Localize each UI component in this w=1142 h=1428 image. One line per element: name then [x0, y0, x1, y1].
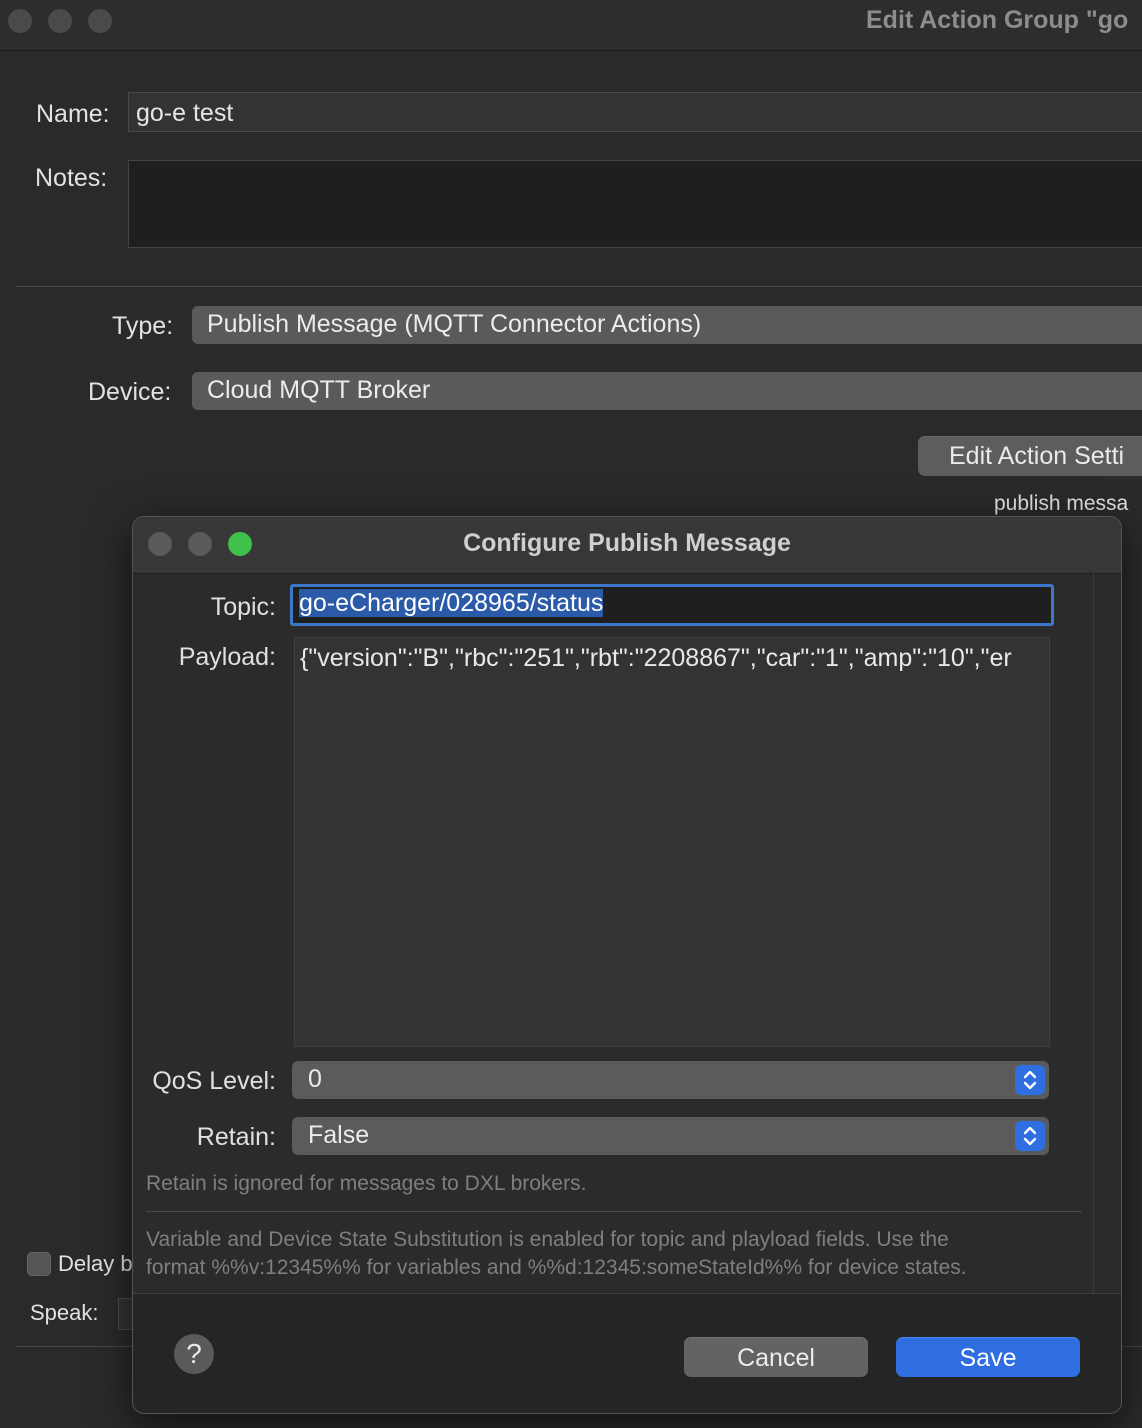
cancel-button[interactable]: Cancel — [684, 1337, 868, 1377]
save-button[interactable]: Save — [896, 1337, 1080, 1377]
retain-chevron-updown-icon — [1015, 1121, 1045, 1151]
delay-checkbox[interactable] — [27, 1252, 51, 1276]
dialog-titlebar: Configure Publish Message — [133, 517, 1121, 574]
edit-action-settings-button[interactable]: Edit Action Setti — [918, 436, 1142, 476]
qos-value: 0 — [308, 1065, 322, 1093]
section-divider — [16, 286, 1142, 287]
payload-label: Payload: — [178, 643, 276, 671]
name-label: Name: — [36, 100, 110, 128]
retain-value: False — [308, 1121, 370, 1149]
qos-chevron-updown-icon — [1015, 1065, 1045, 1095]
substitution-note-line-2: format %%v:12345%% for variables and %%d… — [146, 1256, 967, 1279]
delay-label: Delay b — [58, 1251, 133, 1276]
notes-field[interactable] — [128, 160, 1142, 248]
retain-popup[interactable]: False — [292, 1117, 1049, 1155]
action-summary-text: publish messa — [994, 492, 1129, 515]
device-popup[interactable]: Cloud MQTT Broker — [192, 372, 1142, 410]
speak-label: Speak: — [30, 1300, 99, 1325]
close-window-button[interactable] — [8, 9, 32, 33]
name-field[interactable]: go-e test — [128, 92, 1142, 132]
topic-value: go-eCharger/028965/status — [299, 589, 604, 617]
dialog-divider — [146, 1211, 1082, 1212]
substitution-note-line-1: Variable and Device State Substitution i… — [146, 1228, 949, 1251]
window-titlebar: Edit Action Group "go — [0, 0, 1142, 51]
type-label: Type: — [112, 312, 174, 340]
qos-popup[interactable]: 0 — [292, 1061, 1049, 1099]
device-label: Device: — [88, 378, 172, 406]
dialog-title: Configure Publish Message — [463, 529, 791, 557]
help-button[interactable]: ? — [174, 1334, 214, 1374]
dialog-button-bar: ? Cancel Save — [133, 1293, 1121, 1413]
retain-label: Retain: — [196, 1123, 276, 1151]
minimize-window-button[interactable] — [48, 9, 72, 33]
topic-label: Topic: — [210, 593, 276, 621]
dialog-scroll-track — [1093, 573, 1094, 1293]
payload-textarea[interactable]: {"version":"B","rbc":"251","rbt":"220886… — [294, 637, 1050, 1047]
window-title: Edit Action Group "go — [866, 6, 1129, 34]
topic-input[interactable]: go-eCharger/028965/status — [290, 584, 1054, 626]
zoom-window-button[interactable] — [88, 9, 112, 33]
type-popup[interactable]: Publish Message (MQTT Connector Actions) — [192, 306, 1142, 344]
retain-note: Retain is ignored for messages to DXL br… — [146, 1172, 587, 1195]
configure-publish-message-dialog: Configure Publish Message Topic: go-eCha… — [132, 516, 1122, 1414]
qos-label: QoS Level: — [152, 1067, 276, 1095]
notes-label: Notes: — [35, 164, 108, 192]
